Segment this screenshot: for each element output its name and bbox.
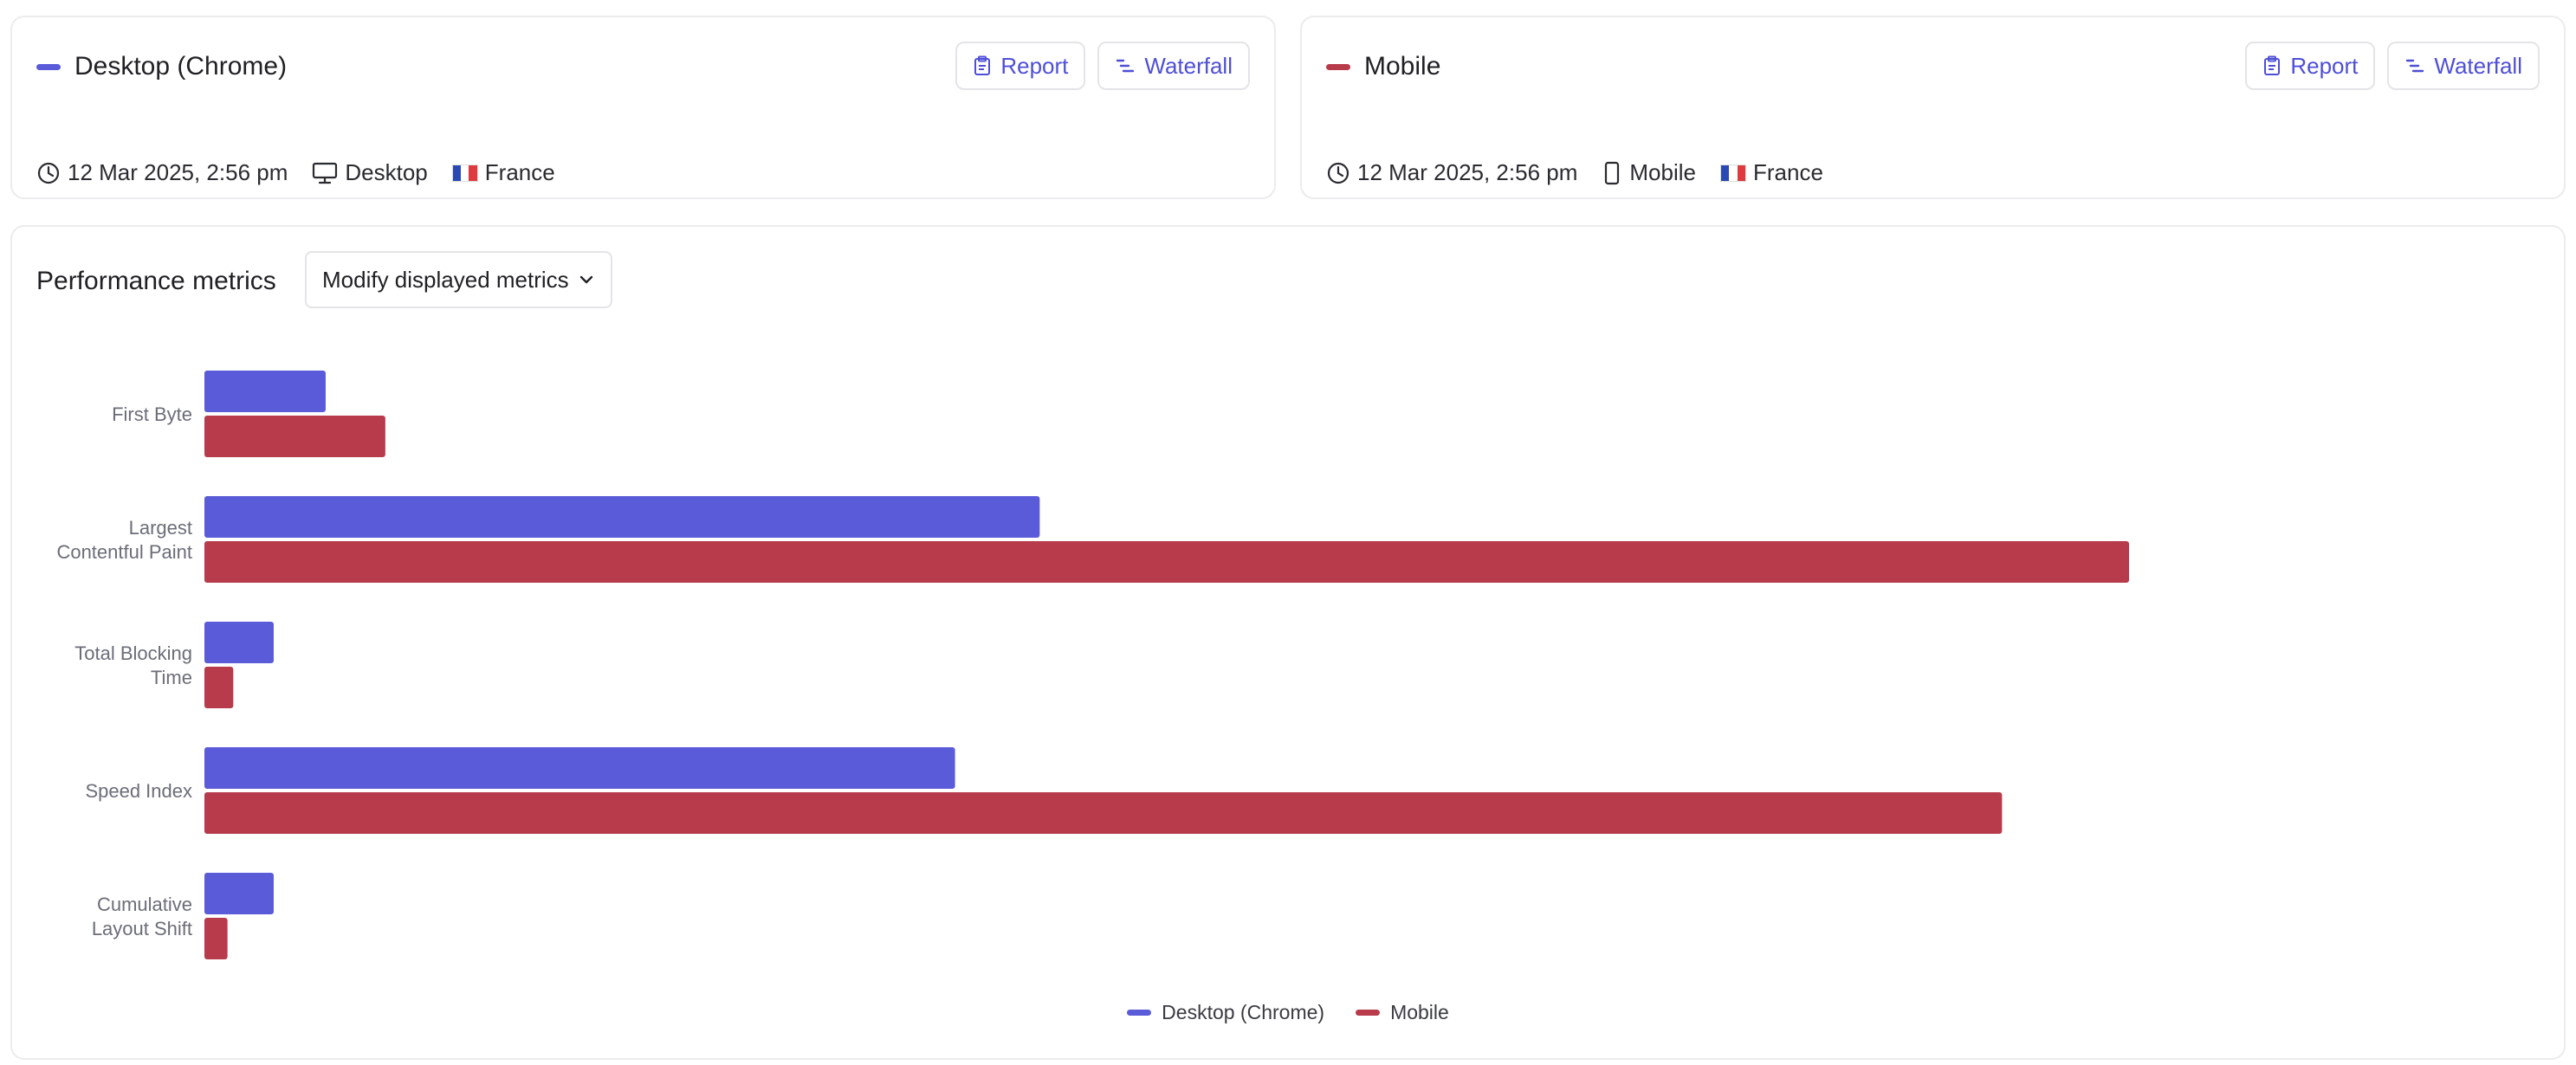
legend-swatch-desktop [1127, 1010, 1152, 1016]
test-actions: Report Waterfall [2245, 42, 2540, 90]
legend-item-desktop[interactable]: Desktop (Chrome) [1127, 1001, 1324, 1024]
bar-desktop[interactable] [204, 622, 274, 663]
waterfall-button[interactable]: Waterfall [1097, 42, 1250, 90]
test-title: Mobile [1326, 52, 1440, 81]
report-button[interactable]: Report [955, 42, 1086, 90]
test-title: Desktop (Chrome) [36, 52, 287, 81]
clipboard-icon [2264, 55, 2281, 75]
category-label: Speed Index [85, 780, 192, 802]
test-name: Desktop (Chrome) [74, 52, 288, 81]
report-button-label: Report [2290, 52, 2359, 79]
bar-mobile[interactable] [204, 918, 228, 959]
bar-mobile[interactable] [204, 667, 234, 708]
bar-desktop[interactable] [204, 747, 955, 789]
category-label: Time [151, 667, 192, 688]
device-text: Mobile [1629, 159, 1696, 185]
test-device: Mobile [1602, 159, 1696, 186]
test-actions: Report Waterfall [955, 42, 1250, 90]
category-label: Contentful Paint [56, 541, 192, 563]
legend-label: Mobile [1390, 1001, 1449, 1023]
timestamp-text: 12 Mar 2025, 2:56 pm [68, 159, 288, 185]
test-location: France [1719, 159, 1823, 186]
test-card-desktop: Desktop (Chrome) Report Waterfall 12 Mar… [10, 16, 1276, 199]
category-label: First Byte [112, 403, 192, 425]
desktop-series-swatch [36, 63, 61, 70]
clipboard-icon [974, 55, 991, 75]
category-label: Layout Shift [92, 918, 192, 939]
test-timestamp: 12 Mar 2025, 2:56 pm [36, 159, 288, 186]
legend-swatch-mobile [1356, 1010, 1381, 1016]
category-label: Cumulative [97, 894, 192, 915]
test-meta: 12 Mar 2025, 2:56 pm Desktop France [36, 159, 579, 186]
waterfall-icon [2406, 59, 2424, 73]
test-device: Desktop [312, 159, 428, 186]
category-label: Largest [129, 517, 192, 539]
location-text: France [484, 159, 555, 185]
bar-desktop[interactable] [204, 371, 326, 412]
monitor-icon [313, 162, 338, 184]
metrics-bar-chart: First Byte LargestContentful Paint Total B… [56, 371, 2129, 959]
waterfall-icon [1116, 59, 1135, 73]
report-button-label: Report [1000, 52, 1069, 79]
test-timestamp: 12 Mar 2025, 2:56 pm [1326, 159, 1577, 186]
clock-icon [1327, 162, 1349, 184]
bar-desktop[interactable] [204, 496, 1040, 538]
test-card-mobile: Mobile Report Waterfall 12 Mar 2025, 2:5… [1300, 16, 2566, 199]
smartphone-icon [1605, 161, 1620, 184]
performance-metrics-card: Performance metrics Modify displayed met… [10, 225, 2566, 1060]
france-flag-icon [1719, 164, 1746, 182]
device-text: Desktop [345, 159, 428, 185]
test-location: France [451, 159, 555, 186]
legend-label: Desktop (Chrome) [1162, 1001, 1325, 1023]
waterfall-button-label: Waterfall [1144, 52, 1233, 79]
location-text: France [1752, 159, 1823, 185]
legend-item-mobile[interactable]: Mobile [1356, 1001, 1449, 1024]
bar-mobile[interactable] [204, 416, 385, 457]
report-button[interactable]: Report [2245, 42, 2376, 90]
timestamp-text: 12 Mar 2025, 2:56 pm [1357, 159, 1578, 185]
mobile-series-swatch [1326, 63, 1350, 70]
bar-mobile[interactable] [204, 541, 2129, 583]
test-name: Mobile [1364, 52, 1441, 81]
waterfall-button-label: Waterfall [2434, 52, 2522, 79]
bar-mobile[interactable] [204, 792, 2003, 834]
clock-icon [37, 162, 60, 184]
chart-legend: Desktop (Chrome) Mobile [12, 1001, 2564, 1024]
waterfall-button[interactable]: Waterfall [2387, 42, 2540, 90]
category-label: Total Blocking [74, 642, 192, 664]
bar-desktop[interactable] [204, 873, 274, 914]
test-meta: 12 Mar 2025, 2:56 pm Mobile France [1326, 159, 1848, 186]
france-flag-icon [451, 164, 478, 182]
